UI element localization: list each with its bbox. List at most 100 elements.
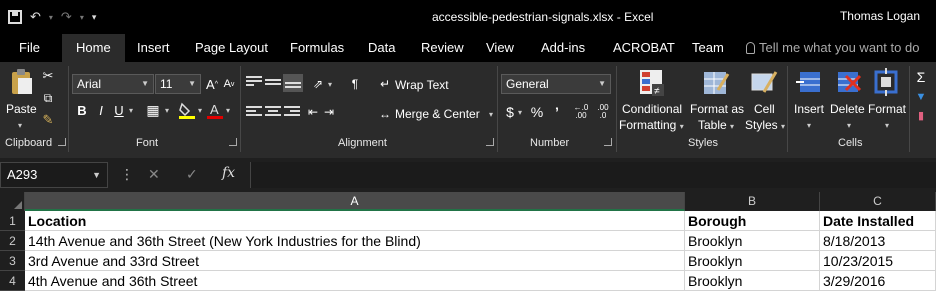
cell-a2[interactable]: 14th Avenue and 36th Street (New York In… <box>25 231 685 251</box>
customize-qat-icon[interactable]: ▾ <box>92 12 97 23</box>
cell-b4[interactable]: Brooklyn <box>685 271 820 291</box>
cell-b2[interactable]: Brooklyn <box>685 231 820 251</box>
font-color-icon[interactable]: A <box>206 100 224 120</box>
align-middle-icon[interactable] <box>265 79 281 91</box>
save-icon[interactable] <box>8 10 22 24</box>
align-left-icon[interactable] <box>246 106 262 118</box>
delete-cells-button[interactable]: Delete <box>830 102 865 116</box>
cell-a3[interactable]: 3rd Avenue and 33rd Street <box>25 251 685 271</box>
format-dropdown-icon[interactable]: ▾ <box>882 118 892 132</box>
conditional-formatting-icon[interactable]: ≠ <box>638 68 666 98</box>
copy-icon[interactable]: ⧉ <box>40 90 56 106</box>
borders-icon[interactable]: ▦ <box>144 100 162 120</box>
insert-cells-button[interactable]: Insert <box>794 102 824 116</box>
undo-dropdown-icon[interactable]: ▾ <box>49 13 53 22</box>
column-header-a[interactable]: A <box>25 192 685 211</box>
tab-home[interactable]: Home <box>62 34 125 62</box>
align-right-icon[interactable] <box>284 106 300 118</box>
cell-c2[interactable]: 8/18/2013 <box>820 231 936 251</box>
underline-button[interactable]: U <box>112 100 126 120</box>
tab-team[interactable]: Team <box>692 34 724 62</box>
grow-font-icon[interactable]: A ^ <box>205 74 219 94</box>
font-size-select[interactable]: 11 ▼ <box>155 74 201 94</box>
formula-input[interactable] <box>250 162 936 188</box>
cell-styles-line1[interactable]: Cell <box>754 102 775 116</box>
align-center-icon[interactable] <box>265 106 281 118</box>
orientation-icon[interactable]: ⇗ <box>309 74 327 94</box>
alignment-launcher-icon[interactable] <box>486 138 494 146</box>
format-as-table-icon[interactable] <box>702 68 730 98</box>
underline-dropdown-icon[interactable]: ▾ <box>126 100 136 120</box>
format-painter-icon[interactable]: ✎ <box>40 112 56 128</box>
cell-c1[interactable]: Date Installed <box>820 211 936 231</box>
cell-a1[interactable]: Location <box>25 211 685 231</box>
paste-icon[interactable] <box>8 68 36 98</box>
insert-function-button[interactable]: fx <box>222 165 235 181</box>
font-launcher-icon[interactable] <box>229 138 237 146</box>
cell-c3[interactable]: 10/23/2015 <box>820 251 936 271</box>
align-bottom-icon[interactable] <box>283 74 303 92</box>
redo-dropdown-icon[interactable]: ▾ <box>80 13 84 22</box>
clear-icon[interactable]: ▮ <box>914 108 928 122</box>
wrap-text-icon[interactable]: ↵ <box>378 76 392 92</box>
merge-center-icon[interactable]: ↔ <box>378 106 392 122</box>
percent-button[interactable]: % <box>530 102 544 122</box>
tab-data[interactable]: Data <box>368 34 395 62</box>
format-as-table-line2[interactable]: Table ▾ <box>698 118 734 132</box>
merge-center-button[interactable]: Merge & Center <box>395 107 480 121</box>
tab-view[interactable]: View <box>486 34 514 62</box>
column-header-b[interactable]: B <box>685 192 820 211</box>
tab-page-layout[interactable]: Page Layout <box>195 34 268 62</box>
fill-color-dropdown-icon[interactable]: ▾ <box>196 100 204 120</box>
redo-icon[interactable]: ↷ <box>61 9 72 25</box>
format-as-table-line1[interactable]: Format as <box>690 102 744 116</box>
cell-b1[interactable]: Borough <box>685 211 820 231</box>
autosum-icon[interactable]: Σ <box>914 68 928 86</box>
conditional-formatting-line1[interactable]: Conditional <box>622 102 682 116</box>
more-options-icon[interactable]: ⋮ <box>120 166 134 183</box>
borders-dropdown-icon[interactable]: ▾ <box>162 100 172 120</box>
italic-button[interactable]: I <box>94 100 108 120</box>
insert-cells-icon[interactable] <box>796 68 824 98</box>
row-header[interactable]: 1 <box>0 211 25 231</box>
decrease-indent-icon[interactable]: ⇤ <box>306 102 320 122</box>
cell-b3[interactable]: Brooklyn <box>685 251 820 271</box>
cell-styles-line2[interactable]: Styles ▾ <box>745 118 785 132</box>
format-cells-icon[interactable] <box>872 68 900 98</box>
align-top-icon[interactable] <box>246 76 262 88</box>
comma-button[interactable]: ’ <box>552 102 562 122</box>
cell-c4[interactable]: 3/29/2016 <box>820 271 936 291</box>
name-box[interactable]: A293 ▼ <box>0 162 108 188</box>
tab-file[interactable]: File <box>19 34 40 62</box>
cell-a4[interactable]: 4th Avenue and 36th Street <box>25 271 685 291</box>
tab-insert[interactable]: Insert <box>137 34 170 62</box>
fill-color-icon[interactable] <box>178 100 196 120</box>
select-all-button[interactable] <box>0 192 25 211</box>
increase-decimal-button[interactable]: ←.0.00 <box>572 102 590 122</box>
font-name-select[interactable]: Arial ▼ <box>72 74 154 94</box>
increase-indent-icon[interactable]: ⇥ <box>322 102 336 122</box>
row-header[interactable]: 4 <box>0 271 25 291</box>
ltr-icon[interactable]: ¶ <box>346 74 364 94</box>
undo-icon[interactable]: ↶ <box>30 9 41 25</box>
tell-me-search[interactable]: Tell me what you want to do <box>746 34 919 62</box>
number-launcher-icon[interactable] <box>604 138 612 146</box>
cut-icon[interactable]: ✂ <box>40 68 56 84</box>
delete-cells-icon[interactable] <box>834 68 862 98</box>
enter-icon[interactable]: ✓ <box>186 166 198 183</box>
currency-button[interactable]: $ <box>504 102 516 122</box>
paste-dropdown-icon[interactable]: ▾ <box>6 120 34 130</box>
number-format-select[interactable]: General ▼ <box>501 74 611 94</box>
row-header[interactable]: 3 <box>0 251 25 271</box>
tab-review[interactable]: Review <box>421 34 464 62</box>
merge-dropdown-icon[interactable]: ▾ <box>486 106 496 122</box>
cell-styles-icon[interactable] <box>750 68 778 98</box>
tab-acrobat[interactable]: ACROBAT <box>613 34 675 62</box>
fill-icon[interactable]: ▼ <box>914 90 928 104</box>
insert-dropdown-icon[interactable]: ▾ <box>804 118 814 132</box>
column-header-c[interactable]: C <box>820 192 936 211</box>
delete-dropdown-icon[interactable]: ▾ <box>844 118 854 132</box>
clipboard-launcher-icon[interactable] <box>58 138 66 146</box>
shrink-font-icon[interactable]: Av <box>222 74 236 94</box>
wrap-text-button[interactable]: Wrap Text <box>395 78 449 92</box>
